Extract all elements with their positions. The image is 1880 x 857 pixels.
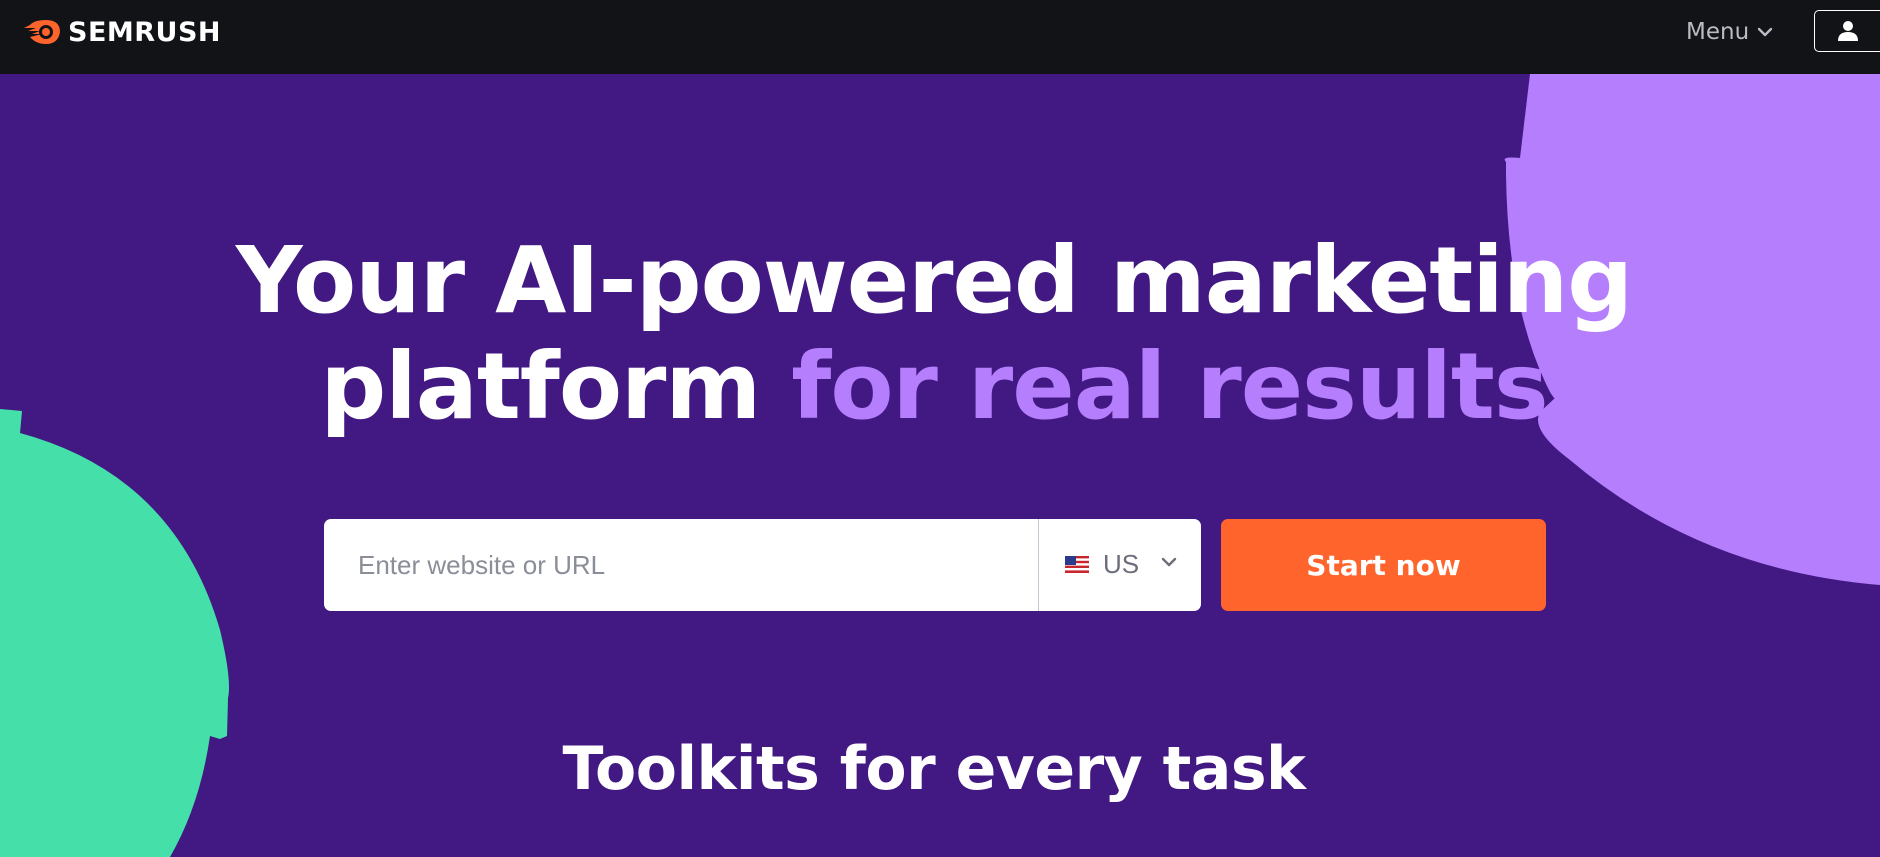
toolkits-section-title: Toolkits for every task bbox=[562, 734, 1306, 804]
us-flag-icon bbox=[1065, 556, 1089, 573]
menu-label: Menu bbox=[1686, 19, 1750, 45]
chevron-down-icon bbox=[1161, 557, 1177, 567]
region-select[interactable]: US bbox=[1038, 519, 1201, 611]
page: SEMRUSH Menu Your AI-powered marketing p… bbox=[0, 0, 1880, 857]
hero-title: Your AI-powered marketing platform for r… bbox=[0, 228, 1868, 440]
semrush-fireball-icon bbox=[12, 20, 60, 44]
hero-title-line1: Your AI-powered marketing bbox=[235, 227, 1633, 334]
account-button[interactable] bbox=[1814, 10, 1880, 52]
website-url-input[interactable] bbox=[324, 519, 1038, 611]
search-box: US bbox=[324, 519, 1201, 611]
top-navigation-bar: SEMRUSH Menu bbox=[0, 0, 1880, 74]
user-icon bbox=[1838, 21, 1858, 41]
hero-title-accent: for real results bbox=[791, 333, 1548, 440]
semrush-logo[interactable]: SEMRUSH bbox=[10, 14, 221, 50]
menu-button[interactable]: Menu bbox=[1686, 16, 1773, 48]
domain-search-form: US Start now bbox=[324, 519, 1546, 611]
region-label: US bbox=[1103, 549, 1140, 579]
chevron-down-icon bbox=[1757, 27, 1773, 37]
hero-title-line2-main: platform bbox=[320, 333, 761, 440]
logo-wordmark: SEMRUSH bbox=[68, 16, 222, 48]
start-now-button[interactable]: Start now bbox=[1221, 519, 1546, 611]
